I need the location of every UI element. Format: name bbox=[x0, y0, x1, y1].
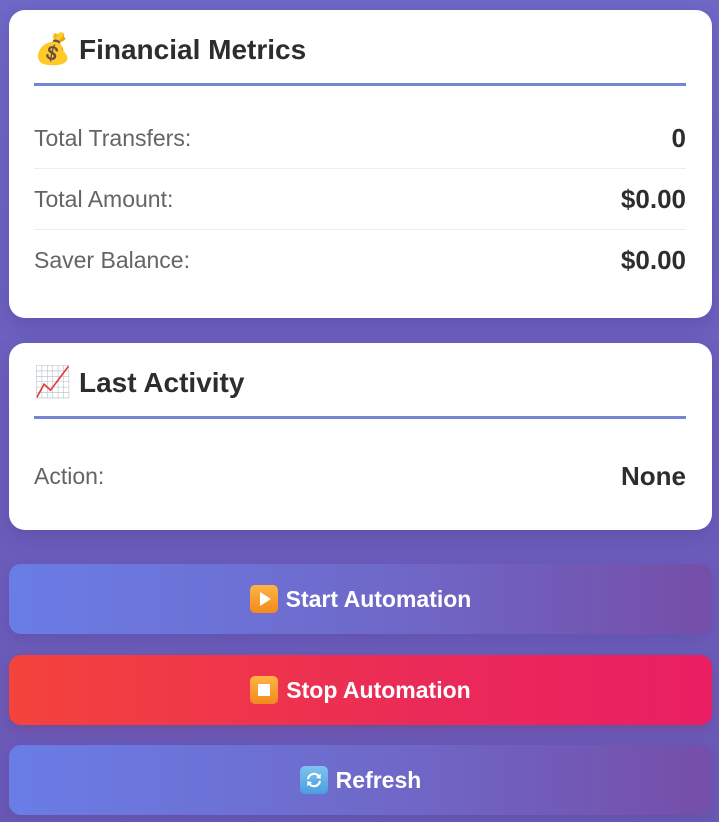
financial-metrics-title: Financial Metrics bbox=[79, 33, 307, 65]
stop-automation-button[interactable]: Stop Automation bbox=[9, 655, 712, 725]
total-amount-label: Total Amount: bbox=[34, 185, 174, 212]
stop-icon bbox=[250, 676, 279, 704]
last-activity-card: 📈 Last Activity Action: None bbox=[9, 343, 712, 530]
start-automation-button[interactable]: Start Automation bbox=[9, 564, 712, 634]
metric-row-total-transfers: Total Transfers: 0 bbox=[34, 108, 686, 169]
saver-balance-label: Saver Balance: bbox=[34, 246, 190, 273]
start-automation-label: Start Automation bbox=[285, 585, 472, 612]
last-activity-title: Last Activity bbox=[79, 366, 245, 398]
action-value: None bbox=[621, 460, 686, 491]
last-activity-header: 📈 Last Activity bbox=[34, 343, 686, 419]
financial-metrics-card: 💰 Financial Metrics Total Transfers: 0 T… bbox=[9, 10, 712, 318]
saver-balance-value: $0.00 bbox=[620, 244, 686, 275]
stop-automation-label: Stop Automation bbox=[286, 676, 471, 703]
play-icon bbox=[249, 585, 278, 613]
financial-metrics-header: 💰 Financial Metrics bbox=[34, 10, 686, 86]
metric-row-saver-balance: Saver Balance: $0.00 bbox=[34, 230, 686, 290]
action-label: Action: bbox=[34, 462, 105, 489]
refresh-icon bbox=[299, 766, 328, 794]
activity-list: Action: None bbox=[34, 419, 686, 506]
total-transfers-value: 0 bbox=[671, 122, 686, 153]
activity-row-action: Action: None bbox=[34, 446, 686, 506]
money-bag-icon: 💰 bbox=[34, 32, 72, 66]
total-transfers-label: Total Transfers: bbox=[34, 124, 192, 151]
chart-increasing-icon: 📈 bbox=[34, 365, 72, 399]
total-amount-value: $0.00 bbox=[620, 183, 686, 214]
metrics-list: Total Transfers: 0 Total Amount: $0.00 S… bbox=[34, 86, 686, 290]
metric-row-total-amount: Total Amount: $0.00 bbox=[34, 169, 686, 230]
refresh-label: Refresh bbox=[335, 766, 422, 793]
refresh-button[interactable]: Refresh bbox=[9, 745, 712, 815]
